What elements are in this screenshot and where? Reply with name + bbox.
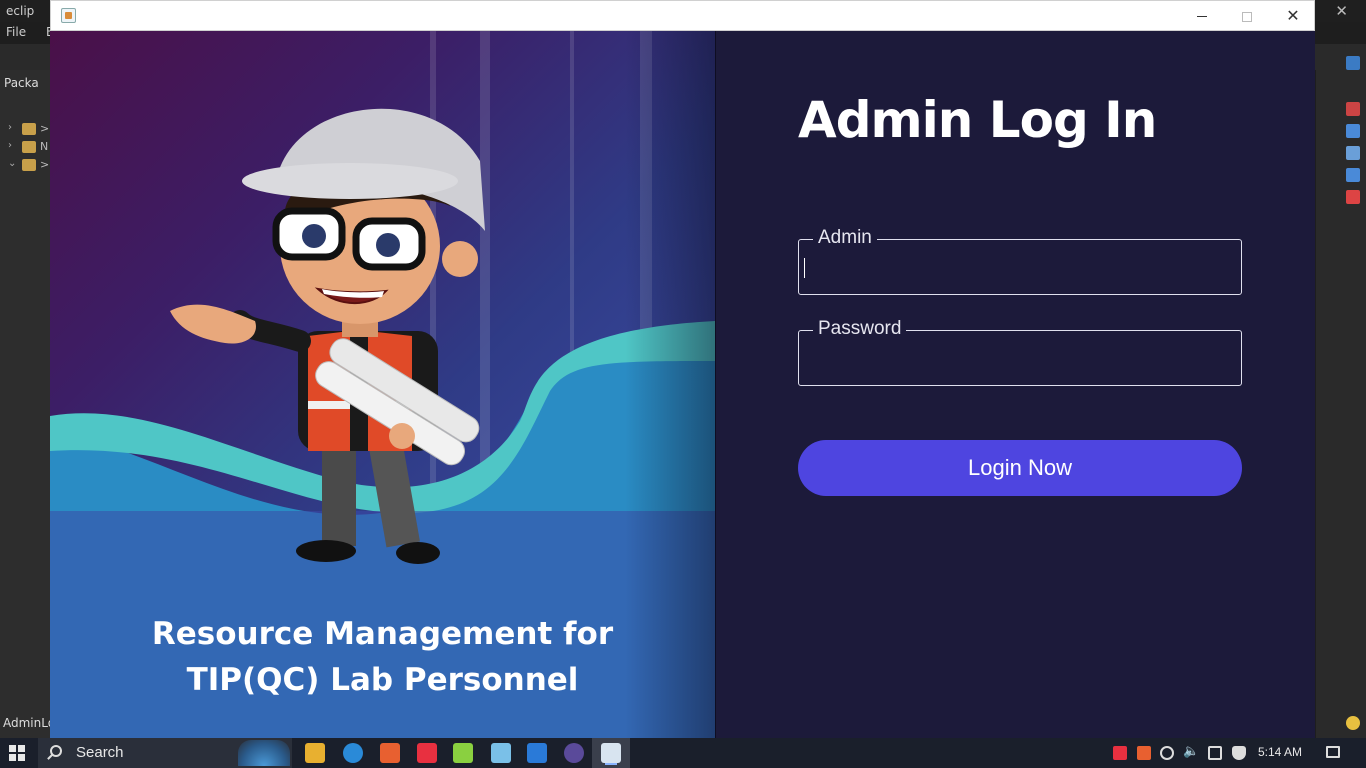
password-field[interactable]: Password <box>798 318 1242 386</box>
password-field-label: Password <box>813 318 907 340</box>
edge-icon[interactable] <box>343 743 363 763</box>
anydesk-tray-icon[interactable] <box>1113 746 1127 760</box>
project-icon <box>22 159 36 171</box>
java-app-icon <box>61 8 76 23</box>
search-label: Search <box>76 744 124 761</box>
admin-field-label: Admin <box>813 227 877 249</box>
login-window: ✕ Resource Management for TIP(QC) Lab Pe… <box>50 0 1315 738</box>
minimize-icon <box>1197 16 1207 17</box>
start-button[interactable] <box>9 745 25 761</box>
eclipse-icon[interactable] <box>564 743 584 763</box>
tree-row[interactable]: ⌄ > <box>8 158 50 172</box>
left-leg <box>322 436 356 546</box>
package-explorer-tab[interactable]: Packa <box>4 76 39 90</box>
outline-icon[interactable] <box>1346 124 1360 138</box>
search-highlight-image <box>238 740 290 766</box>
notepad-icon[interactable] <box>491 743 511 763</box>
ide-status-label: AdminLo <box>0 712 55 738</box>
tree-row[interactable]: › > <box>8 122 50 136</box>
obs-tray-icon[interactable] <box>1160 746 1174 760</box>
volume-icon[interactable]: 🔈 <box>1183 744 1199 759</box>
login-button[interactable]: Login Now <box>798 440 1242 496</box>
network-icon[interactable] <box>1208 746 1222 760</box>
left-shoe <box>296 540 356 562</box>
ide-close-icon[interactable]: ✕ <box>1335 2 1348 20</box>
hero-title-line2: TIP(QC) Lab Personnel <box>186 662 579 698</box>
ear <box>442 241 478 277</box>
minimize-button[interactable] <box>1179 1 1225 31</box>
xampp-icon[interactable] <box>380 743 400 763</box>
hero-title-line1: Resource Management for <box>151 616 614 652</box>
tree-row-label: > <box>40 158 50 171</box>
project-icon <box>22 123 36 135</box>
notifications-icon[interactable] <box>1326 746 1340 758</box>
windows-taskbar: Search 🔈 5:14 AM <box>0 738 1366 768</box>
maximize-button[interactable] <box>1224 1 1270 31</box>
perspective-icon[interactable] <box>1346 56 1360 70</box>
console-icon[interactable] <box>1346 168 1360 182</box>
ide-app-title: eclip <box>6 4 35 18</box>
close-button[interactable]: ✕ <box>1270 1 1316 31</box>
chevron-down-icon[interactable]: ⌄ <box>8 158 16 169</box>
right-shoe <box>396 542 440 564</box>
chevron-right-icon[interactable]: › <box>8 122 12 133</box>
anydesk-icon[interactable] <box>417 743 437 763</box>
taskbar-clock[interactable]: 5:14 AM <box>1258 745 1302 759</box>
security-shield-icon[interactable] <box>1232 746 1246 760</box>
hero-title: Resource Management for TIP(QC) Lab Pers… <box>50 611 715 703</box>
password-input[interactable] <box>805 341 1235 375</box>
helmet-brim <box>242 163 458 199</box>
login-form-panel: Admin Log In Admin Password Login Now <box>715 31 1315 738</box>
window-titlebar: ✕ <box>50 0 1315 31</box>
lightbulb-icon[interactable] <box>1346 716 1360 730</box>
file-explorer-icon[interactable] <box>305 743 325 763</box>
view-icon[interactable] <box>1346 102 1360 116</box>
problems-icon[interactable] <box>1346 190 1360 204</box>
right-hand <box>389 423 415 449</box>
form-title: Admin Log In <box>798 91 1157 149</box>
java-app-taskbar-icon[interactable] <box>601 743 621 763</box>
tree-row[interactable]: › N <box>8 140 48 154</box>
tree-row-label: N <box>40 140 49 153</box>
task-icon[interactable] <box>1346 146 1360 160</box>
chevron-right-icon[interactable]: › <box>8 140 12 151</box>
ide-menu-file[interactable]: File <box>6 25 26 39</box>
maximize-icon <box>1242 11 1252 22</box>
taskbar-search[interactable]: Search <box>38 738 292 768</box>
vscode-icon[interactable] <box>527 743 547 763</box>
hero-panel: Resource Management for TIP(QC) Lab Pers… <box>50 31 715 738</box>
admin-field[interactable]: Admin <box>798 227 1242 295</box>
xampp-tray-icon[interactable] <box>1137 746 1151 760</box>
notepad-plus-icon[interactable] <box>453 743 473 763</box>
admin-input[interactable] <box>805 250 1235 284</box>
search-icon <box>50 745 62 757</box>
ide-right-toolbar <box>1316 44 1366 738</box>
tree-row-label: > <box>40 122 50 135</box>
package-explorer: Packa › > › N ⌄ > <box>0 70 52 738</box>
project-icon <box>22 141 36 153</box>
